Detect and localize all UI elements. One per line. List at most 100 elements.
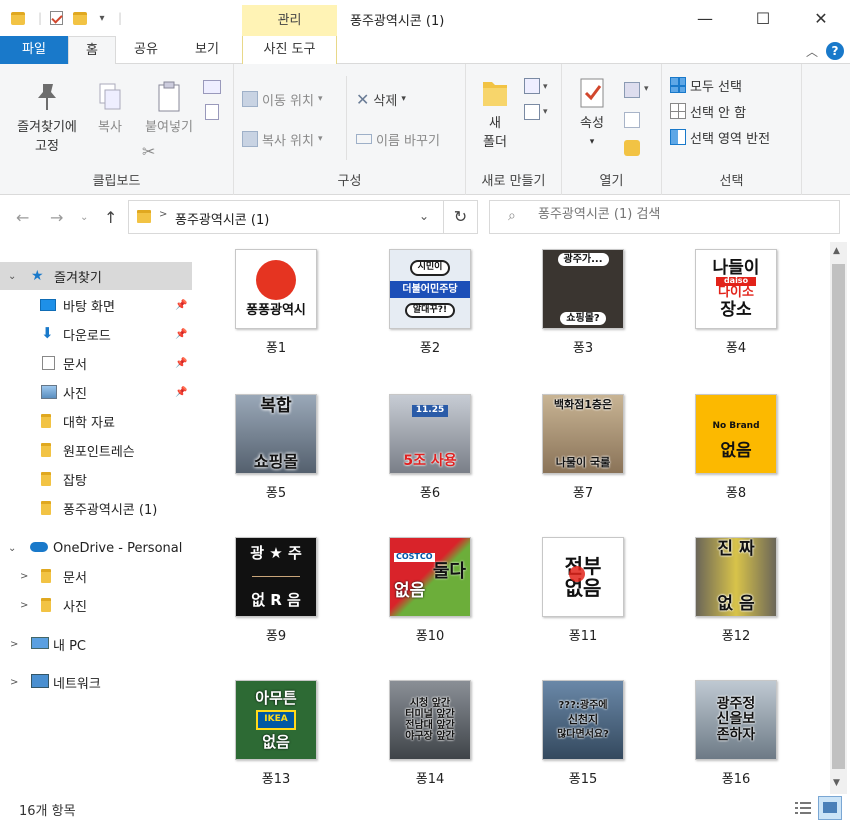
customize-quick-access-icon[interactable]: ▾ — [92, 8, 112, 28]
folder-icon — [41, 598, 51, 612]
nav-documents[interactable]: 문서 📌 — [0, 349, 192, 377]
chevron-right-icon[interactable]: > — [10, 677, 18, 688]
pin-to-quick-access-button[interactable]: 즐겨찾기에 고정 — [6, 80, 88, 156]
nav-folder-onepoint[interactable]: 원포인트레슨 — [0, 436, 192, 464]
open-icon[interactable] — [624, 82, 640, 98]
paste-shortcut-icon[interactable] — [205, 104, 219, 120]
details-view-icon[interactable] — [793, 798, 813, 818]
file-item[interactable]: 전부 없음 퐁11 — [518, 537, 648, 644]
nav-folder-misc[interactable]: 잡탕 — [0, 465, 192, 493]
rename-button[interactable]: 이름 바꾸기 — [356, 128, 440, 150]
file-item[interactable]: 나들이 daiso 다이소 장소 퐁4 — [671, 249, 801, 356]
rename-icon — [356, 134, 372, 144]
easy-access-icon[interactable] — [524, 104, 540, 120]
file-item[interactable]: No Brand 없음 퐁8 — [671, 394, 801, 501]
tab-share[interactable]: 공유 — [120, 36, 172, 64]
copy-to-button[interactable]: 복사 위치 ▾ — [242, 128, 323, 150]
nav-onedrive-pictures[interactable]: > 사진 — [0, 591, 192, 619]
vertical-scrollbar[interactable]: ▲ ▼ — [830, 242, 847, 794]
nav-pictures[interactable]: 사진 📌 — [0, 378, 192, 406]
file-item[interactable]: COSTCO 둘다 없음 퐁10 — [365, 537, 495, 644]
chevron-right-icon[interactable]: > — [20, 600, 28, 611]
address-bar[interactable]: > 퐁주광역시콘 (1) ⌄ — [128, 200, 476, 234]
copy-path-icon[interactable] — [203, 80, 221, 94]
history-icon[interactable] — [624, 140, 640, 156]
pin-label-line2: 고정 — [35, 139, 59, 154]
move-to-label: 이동 위치 — [262, 93, 314, 109]
pin-icon[interactable]: 📌 — [175, 358, 187, 369]
close-button[interactable]: ✕ — [792, 0, 850, 36]
select-all-button[interactable]: 모두 선택 — [670, 74, 742, 96]
nav-desktop[interactable]: 바탕 화면 📌 — [0, 291, 192, 319]
pin-icon[interactable]: 📌 — [175, 387, 187, 398]
address-path[interactable]: 퐁주광역시콘 (1) — [175, 209, 269, 228]
nav-folder-current[interactable]: 퐁주광역시콘 (1) — [0, 494, 192, 522]
refresh-icon[interactable]: ↻ — [443, 200, 478, 234]
pin-icon[interactable]: 📌 — [175, 300, 187, 311]
tab-home[interactable]: 홈 — [68, 36, 116, 65]
thumbnail-caption: 신천지 — [567, 712, 599, 726]
cut-icon[interactable]: ✂ — [142, 142, 155, 161]
paste-button[interactable]: 붙여넣기 — [136, 80, 202, 137]
scroll-up-icon[interactable]: ▲ — [833, 246, 840, 256]
file-item[interactable]: 광 ★ 주 없 R 음 퐁9 — [211, 537, 341, 644]
forward-arrow-icon[interactable]: → — [50, 208, 63, 227]
nav-downloads[interactable]: ⬇ 다운로드 📌 — [0, 320, 192, 348]
search-input[interactable] — [538, 207, 828, 222]
new-folder-button[interactable]: 새 폴더 — [472, 76, 518, 152]
delete-button[interactable]: ✕ 삭제 ▾ — [356, 88, 406, 110]
thumbnail-caption: 진 짜 — [717, 539, 755, 559]
invert-selection-button[interactable]: 선택 영역 반전 — [670, 126, 770, 148]
nav-network[interactable]: > 네트워크 — [0, 668, 192, 696]
select-none-button[interactable]: 선택 안 함 — [670, 100, 746, 122]
properties-button[interactable]: 속성 ▾ — [570, 76, 614, 152]
file-item[interactable]: 광주정 신을보 존하자 퐁16 — [671, 680, 801, 787]
file-item[interactable]: 시민이 더불어민주당 알대꾸?! 퐁2 — [365, 249, 495, 356]
chevron-down-icon[interactable]: ⌄ — [8, 543, 16, 554]
tab-view[interactable]: 보기 — [176, 36, 238, 64]
file-item[interactable]: 복합 쇼핑몰 퐁5 — [211, 394, 341, 501]
file-item[interactable]: 11.25 5조 사용 퐁6 — [365, 394, 495, 501]
tab-picture-tools[interactable]: 사진 도구 — [242, 36, 337, 64]
new-item-icon[interactable] — [524, 78, 540, 94]
scroll-down-icon[interactable]: ▼ — [833, 778, 840, 788]
chevron-up-icon[interactable]: ︿ — [806, 43, 818, 60]
move-to-button[interactable]: 이동 위치 ▾ — [242, 88, 323, 110]
chevron-right-icon[interactable]: > — [159, 209, 167, 220]
scrollbar-thumb[interactable] — [832, 264, 845, 769]
chevron-down-icon[interactable]: ⌄ — [8, 271, 16, 282]
file-item[interactable]: 광주가... 쇼핑몰? 퐁3 — [518, 249, 648, 356]
recent-locations-icon[interactable]: ⌄ — [80, 212, 88, 223]
file-name: 퐁11 — [568, 629, 598, 644]
large-icons-view-icon[interactable] — [818, 796, 842, 820]
file-item[interactable]: 퐁퐁광역시 퐁1 — [211, 249, 341, 356]
navigation-pane: ⌄ ★ 즐겨찾기 바탕 화면 📌 ⬇ 다운로드 📌 문서 📌 사진 📌 대학 자… — [0, 252, 195, 782]
minimize-button[interactable]: — — [676, 0, 734, 36]
file-item[interactable]: 시청 앞간 터미널 앞간 전남대 앞간 야구장 앞간 퐁14 — [365, 680, 495, 787]
manage-contextual-tab[interactable]: 관리 — [242, 5, 337, 36]
nav-onedrive[interactable]: ⌄ OneDrive - Personal — [0, 534, 192, 562]
chevron-right-icon[interactable]: > — [10, 639, 18, 650]
edit-icon[interactable] — [624, 112, 640, 128]
nav-this-pc[interactable]: > 내 PC — [0, 630, 192, 658]
new-folder-icon — [479, 76, 511, 110]
chevron-down-icon[interactable]: ⌄ — [419, 209, 429, 223]
help-icon[interactable]: ? — [826, 42, 844, 60]
nav-folder-university[interactable]: 대학 자료 — [0, 407, 192, 435]
file-item[interactable]: 진 짜 없 음 퐁12 — [671, 537, 801, 644]
properties-quick-access-icon[interactable] — [46, 8, 66, 28]
file-item[interactable]: ???:광주에 신천지 많다면서요? 퐁15 — [518, 680, 648, 787]
maximize-button[interactable]: ☐ — [734, 0, 792, 36]
tab-file[interactable]: 파일 — [0, 36, 68, 64]
file-item[interactable]: 아무튼 IKEA 없음 퐁13 — [211, 680, 341, 787]
pin-icon[interactable]: 📌 — [175, 329, 187, 340]
search-box[interactable]: ⌕ — [489, 200, 840, 234]
copy-button[interactable]: 복사 — [90, 80, 130, 137]
nav-onedrive-documents[interactable]: > 문서 — [0, 562, 192, 590]
back-arrow-icon[interactable]: ← — [16, 208, 29, 227]
chevron-right-icon[interactable]: > — [20, 571, 28, 582]
file-item[interactable]: 백화점1층은 나물이 국룰 퐁7 — [518, 394, 648, 501]
new-folder-quick-access-icon[interactable] — [70, 8, 90, 28]
nav-quick-access[interactable]: ⌄ ★ 즐겨찾기 — [0, 262, 192, 290]
up-arrow-icon[interactable]: ↑ — [104, 208, 117, 227]
